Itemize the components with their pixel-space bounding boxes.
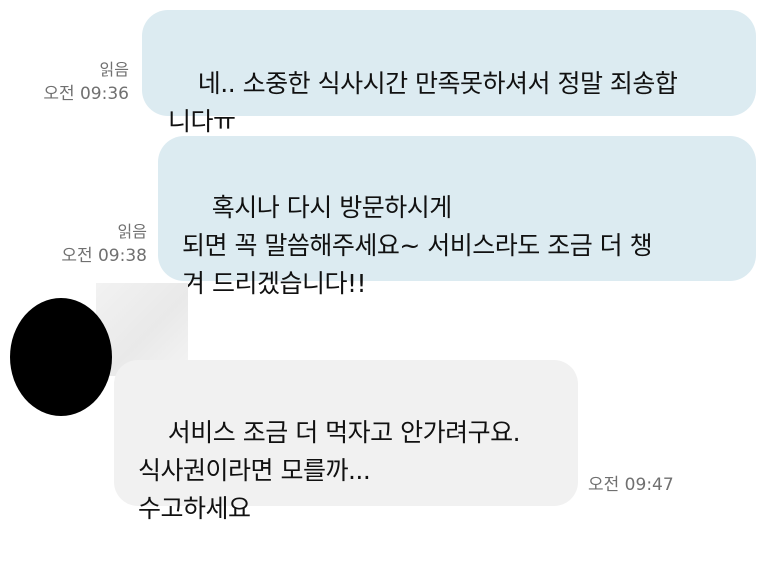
message-time: 오전 09:38 <box>61 246 147 266</box>
outgoing-message-bubble[interactable]: 네.. 소중한 식사시간 만족못하셔서 정말 죄송합 니다ㅠ <box>142 10 756 136</box>
incoming-message-bubble[interactable]: 서비스 조금 더 먹자고 안가려구요. 식사권이라면 모를까... 수고하세요 <box>114 360 578 523</box>
sender-avatar[interactable] <box>10 298 112 416</box>
message-meta-1: 읽음 오전 09:36 <box>43 57 129 107</box>
message-text: 네.. 소중한 식사시간 만족못하셔서 정말 죄송합 니다ㅠ <box>168 69 678 136</box>
read-receipt: 읽음 <box>99 60 129 79</box>
message-text: 서비스 조금 더 먹자고 안가려구요. 식사권이라면 모를까... 수고하세요 <box>138 418 521 523</box>
message-meta-2: 읽음 오전 09:38 <box>61 219 147 269</box>
outgoing-message-bubble[interactable]: 혹시나 다시 방문하시게 되면 꼭 말씀해주세요~ 서비스라도 조금 더 챙 겨… <box>158 136 756 298</box>
message-time: 오전 09:36 <box>43 84 129 104</box>
read-receipt: 읽음 <box>117 222 147 241</box>
message-text: 혹시나 다시 방문하시게 되면 꼭 말씀해주세요~ 서비스라도 조금 더 챙 겨… <box>182 193 653 298</box>
message-time: 오전 09:47 <box>588 475 674 495</box>
